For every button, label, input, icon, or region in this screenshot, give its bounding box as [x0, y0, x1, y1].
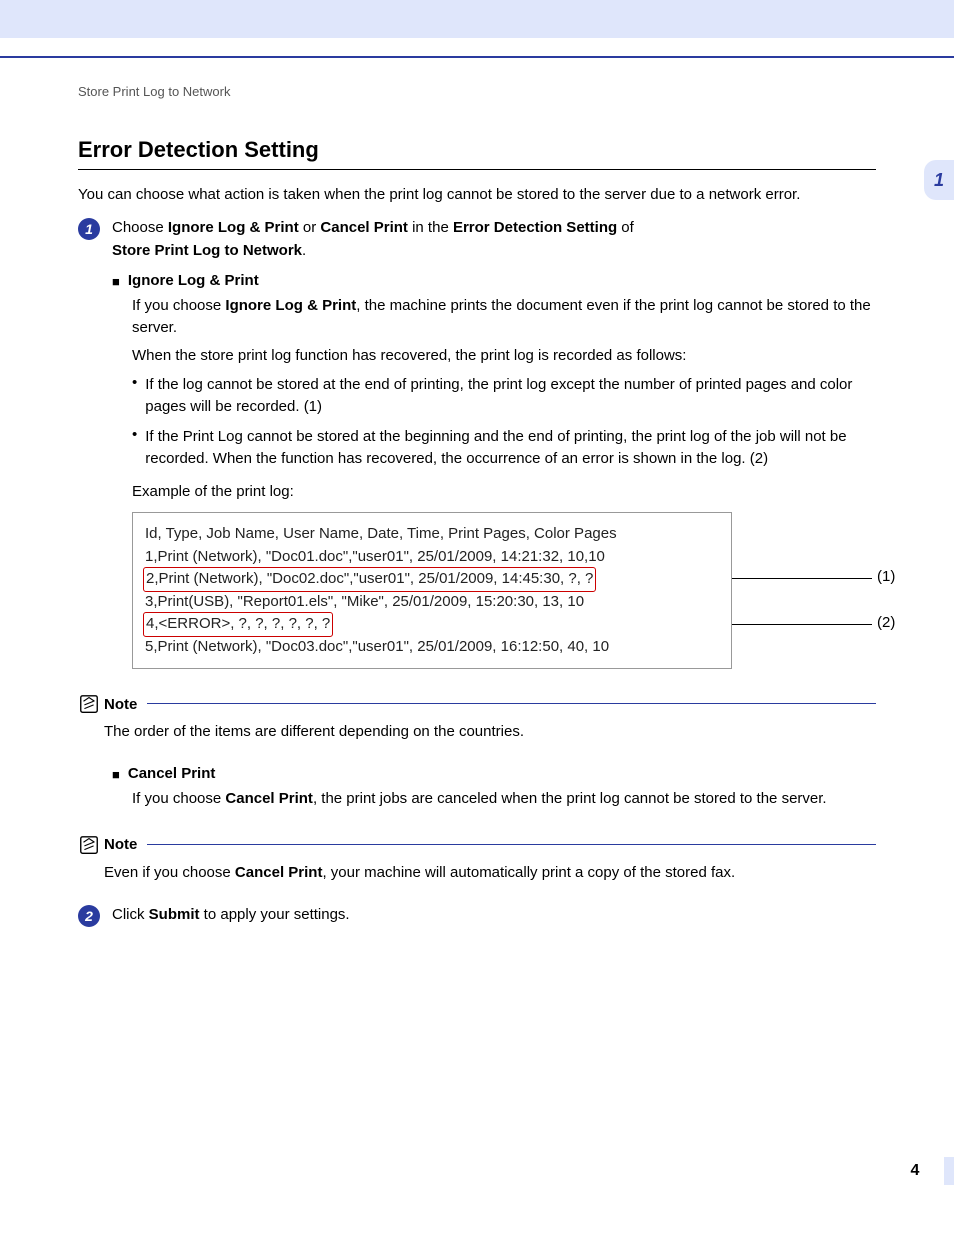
option-ignore: ■ Ignore Log & Print	[112, 272, 876, 289]
ignore-desc-1: If you choose Ignore Log & Print, the ma…	[132, 295, 876, 339]
text-bold: Cancel Print	[225, 790, 313, 807]
step-2: 2 Click Submit to apply your settings.	[78, 904, 876, 927]
text: to apply your settings.	[200, 906, 350, 923]
log-box: Id, Type, Job Name, User Name, Date, Tim…	[132, 512, 732, 669]
note-title: Note	[104, 836, 137, 853]
option-cancel-title: Cancel Print	[128, 765, 876, 782]
list-item: • If the Print Log cannot be stored at t…	[132, 426, 876, 470]
text: Choose	[112, 219, 168, 236]
callout-line-1	[732, 578, 872, 579]
callout-label-2: (2)	[877, 614, 895, 631]
text: or	[299, 219, 321, 236]
text: of	[617, 219, 634, 236]
note-2-header: Note	[78, 834, 876, 856]
text: in the	[408, 219, 453, 236]
square-bullet-icon: ■	[112, 274, 120, 289]
note-1-header: Note	[78, 693, 876, 715]
log-header: Id, Type, Job Name, User Name, Date, Tim…	[145, 523, 719, 546]
text: , your machine will automatically print …	[322, 864, 735, 881]
heading-rule	[78, 169, 876, 170]
bullet-icon: •	[132, 374, 137, 418]
page-number-accent	[944, 1157, 954, 1185]
bullet-text-1: If the log cannot be stored at the end o…	[145, 374, 876, 418]
ignore-desc-2: When the store print log function has re…	[132, 345, 876, 367]
log-row-highlight-2: 4,<ERROR>, ?, ?, ?, ?, ?, ?	[145, 613, 719, 636]
text-bold: Cancel Print	[235, 864, 323, 881]
text: , the print jobs are canceled when the p…	[313, 790, 827, 807]
text-bold: Error Detection Setting	[453, 219, 617, 236]
log-row: 1,Print (Network), "Doc01.doc","user01",…	[145, 546, 719, 569]
top-banner	[0, 0, 954, 38]
text: Click	[112, 906, 149, 923]
text-bold: Store Print Log to Network	[112, 242, 302, 259]
list-item: • If the log cannot be stored at the end…	[132, 374, 876, 418]
note-icon	[78, 834, 100, 856]
note-2-text: Even if you choose Cancel Print, your ma…	[104, 862, 876, 884]
log-example: Id, Type, Job Name, User Name, Date, Tim…	[132, 512, 876, 669]
note-icon	[78, 693, 100, 715]
note-1-text: The order of the items are different dep…	[104, 721, 876, 743]
step-2-text: Click Submit to apply your settings.	[112, 904, 876, 927]
option-ignore-title: Ignore Log & Print	[128, 272, 876, 289]
log-row: 3,Print(USB), "Report01.els", "Mike", 25…	[145, 591, 719, 614]
bullet-icon: •	[132, 426, 137, 470]
highlight-box: 4,<ERROR>, ?, ?, ?, ?, ?, ?	[143, 612, 333, 637]
text-bold: Cancel Print	[320, 219, 408, 236]
option-cancel: ■ Cancel Print	[112, 765, 876, 782]
step-1: 1 Choose Ignore Log & Print or Cancel Pr…	[78, 217, 876, 262]
callout-label-1: (1)	[877, 568, 895, 585]
note-rule	[147, 703, 876, 705]
breadcrumb: Store Print Log to Network	[78, 84, 876, 99]
step-badge-2: 2	[78, 905, 100, 927]
page-number: 4	[900, 1157, 930, 1185]
step-1-text: Choose Ignore Log & Print or Cancel Prin…	[112, 217, 876, 262]
intro-paragraph: You can choose what action is taken when…	[78, 184, 876, 205]
text: If you choose	[132, 297, 225, 314]
step-badge-1: 1	[78, 218, 100, 240]
log-row-highlight-1: 2,Print (Network), "Doc02.doc","user01",…	[145, 568, 719, 591]
text-bold: Ignore Log & Print	[168, 219, 299, 236]
text: If you choose	[132, 790, 225, 807]
text-bold: Submit	[149, 906, 200, 923]
text: .	[302, 242, 306, 259]
note-title: Note	[104, 696, 137, 713]
bullet-text-2: If the Print Log cannot be stored at the…	[145, 426, 876, 470]
cancel-desc: If you choose Cancel Print, the print jo…	[132, 788, 876, 810]
note-rule	[147, 844, 876, 846]
callout-line-2	[732, 624, 872, 625]
square-bullet-icon: ■	[112, 767, 120, 782]
log-row: 5,Print (Network), "Doc03.doc","user01",…	[145, 636, 719, 659]
text: Even if you choose	[104, 864, 235, 881]
page-title: Error Detection Setting	[78, 137, 876, 163]
divider	[0, 56, 954, 58]
highlight-box: 2,Print (Network), "Doc02.doc","user01",…	[143, 567, 596, 592]
example-label: Example of the print log:	[132, 483, 876, 500]
text-bold: Ignore Log & Print	[225, 297, 356, 314]
